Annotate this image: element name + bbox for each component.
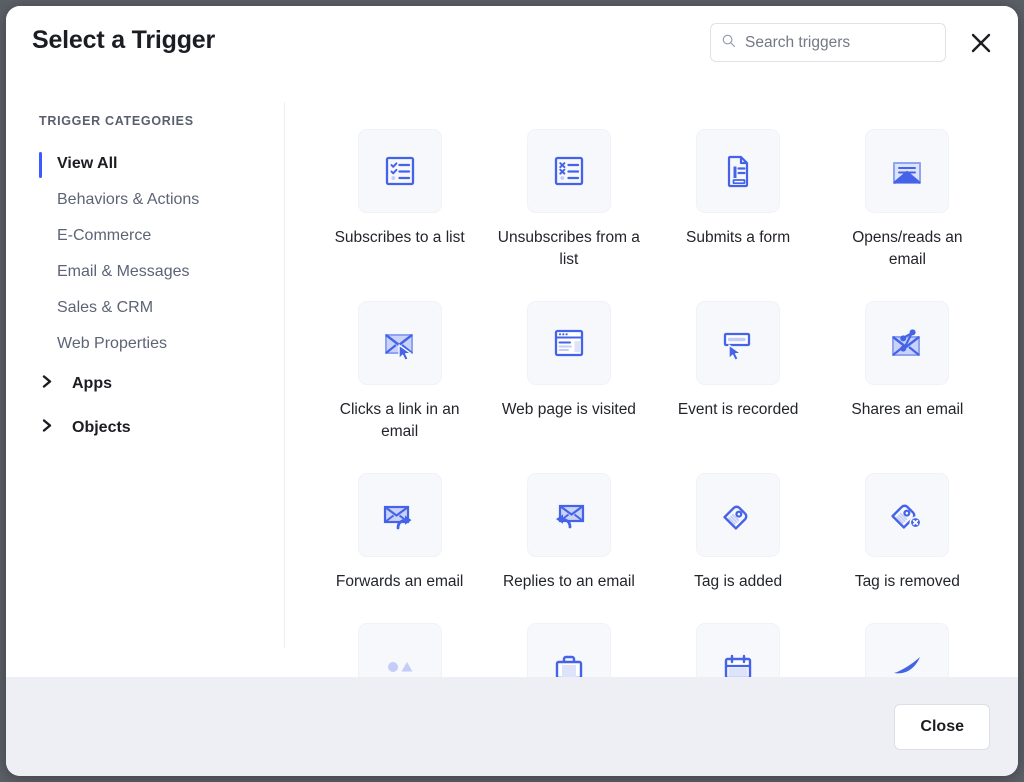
trigger-card-label: Unsubscribes from a list bbox=[497, 229, 640, 268]
trigger-card-opens-reads-an-email[interactable]: Opens/reads an email bbox=[823, 115, 992, 287]
trigger-card-event-is-recorded[interactable]: Event is recorded bbox=[654, 287, 823, 459]
chevron-right-icon bbox=[42, 375, 53, 394]
dialog-header: Select a Trigger bbox=[6, 6, 1018, 102]
trigger-card-label: Shares an email bbox=[851, 401, 964, 418]
trigger-card-label: Tag is removed bbox=[854, 573, 960, 590]
sidebar-group-label: Objects bbox=[72, 419, 131, 436]
tag-remove-icon bbox=[865, 473, 950, 557]
trigger-card-forwards-an-email[interactable]: Forwards an email bbox=[315, 459, 484, 609]
sidebar-item-e-commerce[interactable]: E-Commerce bbox=[6, 218, 285, 254]
trigger-card-shares-an-email[interactable]: Shares an email bbox=[823, 287, 992, 459]
sidebar-item-behaviors-actions[interactable]: Behaviors & Actions bbox=[6, 182, 285, 218]
trigger-card-swoosh[interactable] bbox=[823, 609, 992, 677]
trigger-card-label: Tag is added bbox=[694, 573, 783, 590]
sidebar-item-email-messages[interactable]: Email & Messages bbox=[6, 254, 285, 290]
list-x-icon bbox=[526, 129, 611, 213]
tag-icon bbox=[696, 473, 781, 557]
sidebar-heading: TRIGGER CATEGORIES bbox=[39, 114, 194, 128]
dialog-body: TRIGGER CATEGORIES View All Behaviors & … bbox=[6, 102, 1018, 677]
briefcase-icon bbox=[526, 623, 611, 677]
trigger-card-clicks-a-link-in-an-email[interactable]: Clicks a link in an email bbox=[315, 287, 484, 459]
dialog-footer: Close bbox=[6, 677, 1018, 776]
trigger-card-label: Opens/reads an email bbox=[852, 229, 963, 268]
search-box[interactable] bbox=[710, 23, 946, 62]
trigger-card-shapes[interactable] bbox=[315, 609, 484, 677]
trigger-card-label: Clicks a link in an email bbox=[339, 401, 460, 440]
trigger-grid: Subscribes to a list Unsubscribes from a… bbox=[285, 102, 1018, 677]
trigger-card-subscribes-to-a-list[interactable]: Subscribes to a list bbox=[315, 115, 484, 287]
trigger-card-briefcase[interactable] bbox=[484, 609, 653, 677]
trigger-card-label: Forwards an email bbox=[335, 573, 464, 590]
envelope-reply-icon bbox=[526, 473, 611, 557]
sidebar-item-label: Sales & CRM bbox=[57, 299, 154, 316]
sidebar-group-apps[interactable]: Apps bbox=[6, 362, 285, 406]
trigger-card-tag-is-removed[interactable]: Tag is removed bbox=[823, 459, 992, 609]
trigger-card-unsubscribes-from-a-list[interactable]: Unsubscribes from a list bbox=[484, 115, 653, 287]
envelope-open-icon bbox=[865, 129, 950, 213]
sidebar-item-label: E-Commerce bbox=[57, 227, 152, 244]
trigger-card-label: Web page is visited bbox=[501, 401, 636, 418]
envelope-forward-icon bbox=[357, 473, 442, 557]
close-button[interactable]: Close bbox=[894, 703, 990, 750]
envelope-cursor-icon bbox=[357, 301, 442, 385]
trigger-card-label: Replies to an email bbox=[502, 573, 635, 590]
list-check-icon bbox=[357, 129, 442, 213]
trigger-list-scroll[interactable]: Subscribes to a list Unsubscribes from a… bbox=[285, 102, 1018, 677]
sidebar-item-label: Behaviors & Actions bbox=[57, 191, 200, 208]
trigger-card-calendar[interactable] bbox=[654, 609, 823, 677]
envelope-share-icon bbox=[865, 301, 950, 385]
sidebar-group-label: Apps bbox=[72, 375, 112, 392]
browser-window-icon bbox=[526, 301, 611, 385]
trigger-card-tag-is-added[interactable]: Tag is added bbox=[654, 459, 823, 609]
calendar-icon bbox=[696, 623, 781, 677]
select-trigger-dialog: Select a Trigger TRIGGER CATEGORIES View… bbox=[6, 6, 1018, 776]
shapes-icon bbox=[357, 623, 442, 677]
sidebar-item-label: Email & Messages bbox=[57, 263, 190, 280]
chevron-right-icon bbox=[42, 419, 53, 438]
sidebar-item-label: View All bbox=[57, 155, 118, 172]
tooltip-cursor-icon bbox=[696, 301, 781, 385]
document-form-icon bbox=[696, 129, 781, 213]
swoosh-icon bbox=[865, 623, 950, 677]
sidebar-item-view-all[interactable]: View All bbox=[6, 146, 285, 182]
search-icon bbox=[721, 33, 736, 53]
trigger-card-replies-to-an-email[interactable]: Replies to an email bbox=[484, 459, 653, 609]
close-icon[interactable] bbox=[966, 28, 996, 58]
trigger-card-label: Submits a form bbox=[686, 229, 791, 246]
page-title: Select a Trigger bbox=[32, 26, 215, 54]
sidebar-group-objects[interactable]: Objects bbox=[6, 406, 285, 450]
sidebar: TRIGGER CATEGORIES View All Behaviors & … bbox=[6, 102, 285, 677]
trigger-card-label: Event is recorded bbox=[677, 401, 799, 418]
sidebar-item-label: Web Properties bbox=[57, 335, 167, 352]
trigger-card-submits-a-form[interactable]: Submits a form bbox=[654, 115, 823, 287]
trigger-card-label: Subscribes to a list bbox=[334, 229, 465, 246]
sidebar-item-web-properties[interactable]: Web Properties bbox=[6, 326, 285, 362]
search-input[interactable] bbox=[743, 32, 935, 53]
trigger-card-web-page-is-visited[interactable]: Web page is visited bbox=[484, 287, 653, 459]
sidebar-item-sales-crm[interactable]: Sales & CRM bbox=[6, 290, 285, 326]
